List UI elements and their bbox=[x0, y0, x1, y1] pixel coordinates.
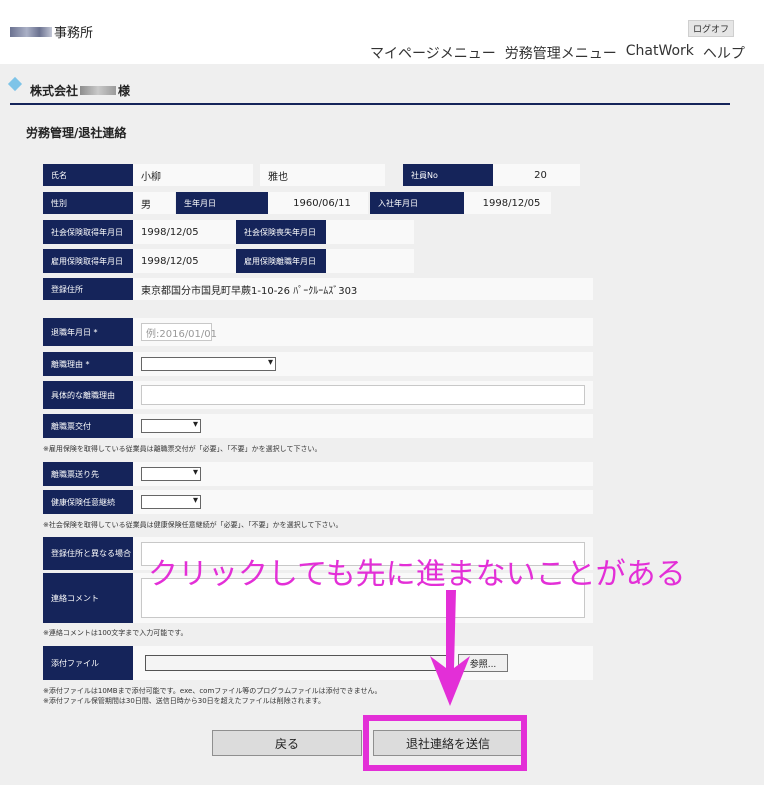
redacted-office-prefix bbox=[10, 26, 52, 37]
top-navigation: マイページメニュー 労務管理メニュー ChatWork ヘルプ bbox=[370, 43, 745, 63]
health-continue-select[interactable] bbox=[141, 495, 201, 509]
name-label: 氏名 bbox=[43, 164, 133, 186]
si-lost-value bbox=[326, 220, 414, 244]
si-lost-label: 社会保険喪失年月日 bbox=[236, 220, 326, 244]
health-note: ※社会保険を取得している従業員は健康保険任意継続が「必要」、「不要」かを選択して… bbox=[43, 521, 343, 529]
back-button[interactable]: 戻る bbox=[212, 730, 362, 756]
annotation-text: クリックしても先に進まないことがある bbox=[148, 557, 686, 592]
retire-date-input[interactable]: 例:2016/01/01 bbox=[141, 323, 217, 341]
slip-issue-label: 離職票交付 bbox=[43, 414, 133, 438]
diamond-icon bbox=[7, 76, 23, 92]
address-value: 東京都国分市国見町早蕨1-10-26 ﾊﾟｰｸﾙｰﾑｽﾞ303 bbox=[133, 278, 593, 300]
ei-acquired-value: 1998/12/05 bbox=[133, 249, 236, 273]
annotation-arrow-icon bbox=[430, 590, 470, 706]
slip-note: ※雇用保険を取得している従業員は離職票交付が「必要」、「不要」かを選択して下さい… bbox=[43, 445, 322, 453]
ei-leave-value bbox=[326, 249, 414, 273]
nav-chatwork[interactable]: ChatWork bbox=[626, 43, 694, 63]
birth-value: 1960/06/11 bbox=[268, 192, 368, 214]
company-prefix: 株式会社 bbox=[30, 84, 79, 98]
alt-address-label: 登録住所と異なる場合 bbox=[43, 537, 133, 570]
slip-issue-select[interactable] bbox=[141, 419, 201, 433]
si-acquired-label: 社会保険取得年月日 bbox=[43, 220, 133, 244]
address-label: 登録住所 bbox=[43, 278, 133, 300]
comment-note: ※連絡コメントは100文字まで入力可能です。 bbox=[43, 629, 188, 637]
slip-issue-cell bbox=[133, 414, 593, 438]
redacted-company-name bbox=[80, 86, 117, 95]
company-heading: 株式会社 様 bbox=[7, 76, 730, 105]
section-title: 労務管理/退社連絡 bbox=[26, 126, 127, 140]
last-name-value: 小柳 bbox=[133, 164, 253, 186]
retire-date-label: 退職年月日 * bbox=[43, 318, 133, 346]
detail-reason-input[interactable] bbox=[141, 385, 585, 405]
ei-acquired-label: 雇用保険取得年月日 bbox=[43, 249, 133, 273]
first-name-value: 雅也 bbox=[260, 164, 385, 186]
employee-no-value: 20 bbox=[493, 164, 580, 186]
annotation-highlight-box bbox=[363, 715, 527, 771]
detail-reason-label: 具体的な離職理由 bbox=[43, 381, 133, 409]
nav-mypage-menu[interactable]: マイページメニュー bbox=[370, 43, 496, 63]
file-path-input[interactable] bbox=[145, 655, 450, 671]
health-continue-label: 健康保険任意継続 bbox=[43, 490, 133, 514]
nav-labor-menu[interactable]: 労務管理メニュー bbox=[505, 43, 617, 63]
nav-help[interactable]: ヘルプ bbox=[703, 43, 745, 63]
hire-value: 1998/12/05 bbox=[464, 192, 551, 214]
si-acquired-value: 1998/12/05 bbox=[133, 220, 236, 244]
attach-label: 添付ファイル bbox=[43, 646, 133, 680]
gender-label: 性別 bbox=[43, 192, 133, 214]
logout-button[interactable]: ログオフ bbox=[688, 20, 735, 37]
slip-dest-label: 離職票送り先 bbox=[43, 462, 133, 486]
reason-label: 離職理由 * bbox=[43, 352, 133, 376]
company-suffix: 様 bbox=[118, 84, 131, 98]
slip-dest-cell bbox=[133, 462, 593, 486]
employee-no-label: 社員No bbox=[403, 164, 493, 186]
office-name-text: 事務所 bbox=[54, 26, 94, 41]
slip-dest-select[interactable] bbox=[141, 467, 201, 481]
ei-leave-label: 雇用保険離職年月日 bbox=[236, 249, 326, 273]
attach-note-period: ※添付ファイル保管期間は30日間、送信日時から30日を超えたファイルは削除されま… bbox=[43, 697, 325, 705]
office-name: 事務所 bbox=[10, 22, 93, 41]
gender-value: 男 bbox=[133, 192, 175, 214]
hire-label: 入社年月日 bbox=[370, 192, 464, 214]
health-continue-cell bbox=[133, 490, 593, 514]
reason-select[interactable] bbox=[141, 357, 276, 371]
birth-label: 生年月日 bbox=[176, 192, 268, 214]
attach-note-size: ※添付ファイルは10MBまで添付可能です。exe、comファイル等のプログラムフ… bbox=[43, 687, 382, 695]
comment-label: 連絡コメント bbox=[43, 573, 133, 623]
